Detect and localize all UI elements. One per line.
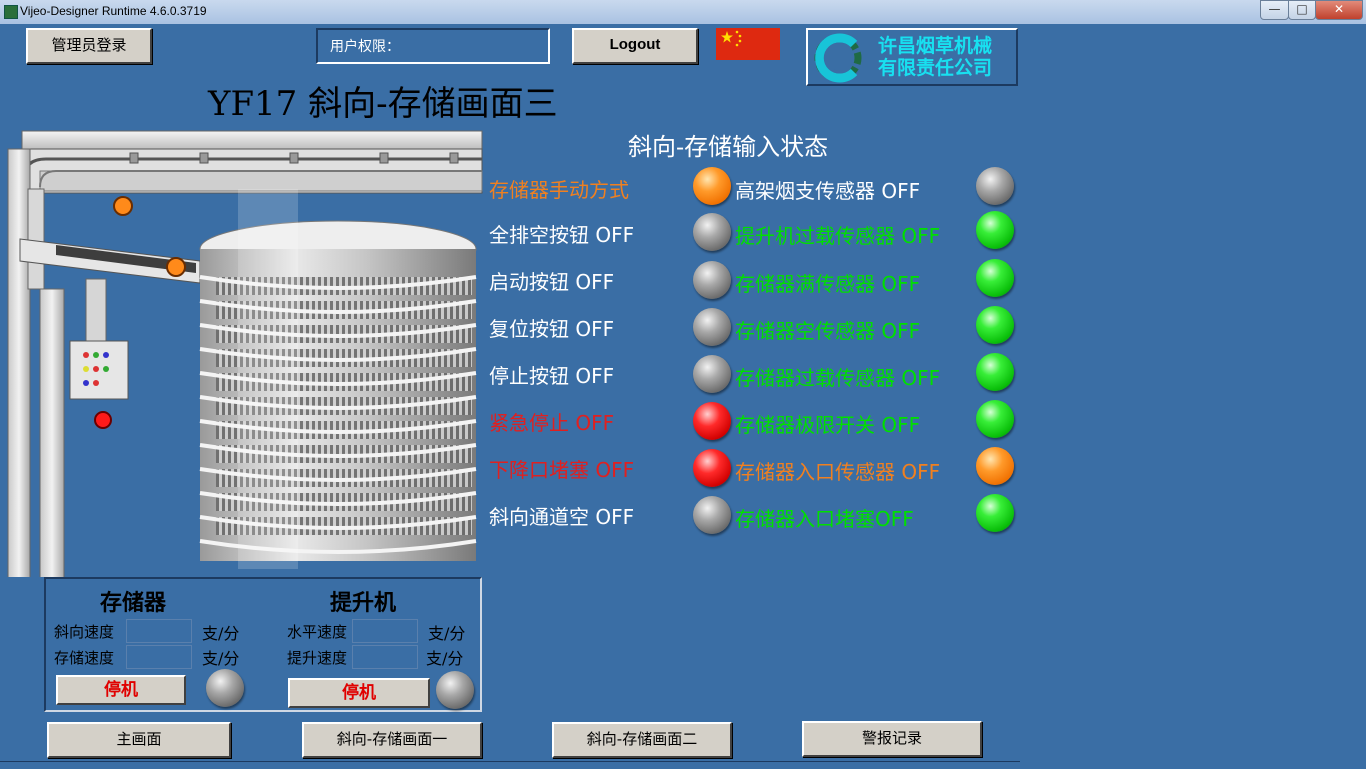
input-label-storage-overload: 存储器过载传感器 OFF — [735, 366, 941, 390]
maximize-button[interactable]: □ — [1288, 0, 1316, 20]
input-label-storage-empty: 存储器空传感器 OFF — [735, 319, 921, 343]
minimize-button[interactable]: — — [1260, 0, 1289, 20]
incline-speed-label: 斜向速度 — [54, 623, 115, 641]
window-title: Vijeo-Designer Runtime 4.6.0.3719 — [20, 4, 207, 18]
emergency-stop-indicator — [693, 402, 731, 440]
horizontal-speed-unit: 支/分 — [428, 624, 466, 643]
close-button[interactable]: ✕ — [1315, 0, 1363, 20]
input-label-start-button: 启动按钮 OFF — [489, 270, 615, 294]
incline-speed-unit: 支/分 — [202, 624, 240, 643]
admin-login-button[interactable]: 管理员登录 — [26, 28, 152, 64]
storage-run-indicator — [206, 669, 244, 707]
lift-speed-unit: 支/分 — [426, 649, 464, 668]
lift-speed-value — [352, 645, 418, 669]
storage-speed-value — [126, 645, 192, 669]
lift-run-indicator — [436, 671, 474, 709]
storage-speed-label: 存储速度 — [54, 649, 115, 667]
full-empty-button-indicator — [693, 213, 731, 251]
window-titlebar: Vijeo-Designer Runtime 4.6.0.3719 — □ ✕ — [0, 0, 1366, 24]
input-label-storage-entry-sensor: 存储器入口传感器 OFF — [735, 460, 941, 484]
nav-main-screen-button[interactable]: 主画面 — [47, 722, 231, 758]
stop-button-indicator — [693, 355, 731, 393]
speed-status-panel: 存储器 提升机 斜向速度 支/分 存储速度 支/分 水平速度 支/分 提升速度 … — [44, 577, 482, 712]
input-label-stop-button: 停止按钮 OFF — [489, 364, 615, 388]
drop-jam-indicator — [693, 449, 731, 487]
storage-overload-indicator — [976, 353, 1014, 391]
reset-button-indicator — [693, 308, 731, 346]
storage-entry-sensor-indicator — [976, 447, 1014, 485]
nav-screen-one-button[interactable]: 斜向-存储画面一 — [302, 722, 482, 758]
user-rights-label: 用户权限： — [330, 39, 400, 55]
company-name-line1: 许昌烟草机械 — [878, 35, 993, 57]
input-label-reset-button: 复位按钮 OFF — [489, 317, 615, 341]
page-title: YF17 斜向-存储画面三 — [208, 84, 558, 124]
input-label-full-empty-button: 全排空按钮 OFF — [489, 223, 635, 247]
storage-full-indicator — [976, 259, 1014, 297]
horizontal-speed-label: 水平速度 — [287, 623, 348, 641]
company-name-line2: 有限责任公司 — [878, 57, 993, 79]
input-label-incline-empty: 斜向通道空 OFF — [489, 505, 635, 529]
start-button-indicator — [693, 261, 731, 299]
manual-mode-indicator — [693, 167, 731, 205]
lift-section-title: 提升机 — [330, 590, 397, 616]
storage-limit-indicator — [976, 400, 1014, 438]
china-flag-icon — [716, 28, 780, 60]
storage-empty-indicator — [976, 306, 1014, 344]
input-label-elevated-sensor: 高架烟支传感器 OFF — [735, 179, 921, 203]
hmi-screen: 管理员登录 用户权限： Logout 许昌烟草机械 有限责任公司 YF17 斜向… — [0, 24, 1366, 768]
input-label-storage-limit: 存储器极限开关 OFF — [735, 413, 921, 437]
storage-machine-illustration — [7, 130, 483, 577]
lift-speed-label: 提升速度 — [287, 649, 348, 667]
input-label-manual-mode: 存储器手动方式 — [489, 178, 629, 202]
storage-section-title: 存储器 — [100, 590, 167, 616]
storage-entry-jam-indicator — [976, 494, 1014, 532]
storage-stop-button[interactable]: 停机 — [56, 675, 186, 705]
app-icon — [4, 5, 18, 19]
input-label-storage-entry-jam: 存储器入口堵塞OFF — [735, 507, 914, 531]
lift-stop-button[interactable]: 停机 — [288, 678, 430, 708]
input-label-storage-full: 存储器满传感器 OFF — [735, 272, 921, 296]
user-rights-field: 用户权限： — [316, 28, 550, 64]
logout-button[interactable]: Logout — [572, 28, 698, 64]
elevated-sensor-indicator — [976, 167, 1014, 205]
company-logo: 许昌烟草机械 有限责任公司 — [806, 28, 1018, 86]
nav-alarm-log-button[interactable]: 警报记录 — [802, 721, 982, 757]
gear-logo-icon — [814, 33, 862, 83]
nav-screen-two-button[interactable]: 斜向-存储画面二 — [552, 722, 732, 758]
input-label-lift-overload: 提升机过载传感器 OFF — [735, 224, 941, 248]
input-label-emergency-stop: 紧急停止 OFF — [489, 411, 615, 435]
storage-speed-unit: 支/分 — [202, 649, 240, 668]
input-label-drop-jam: 下降口堵塞 OFF — [489, 458, 635, 482]
section-title: 斜向-存储输入状态 — [628, 133, 829, 161]
lift-overload-indicator — [976, 211, 1014, 249]
horizontal-speed-value — [352, 619, 418, 643]
incline-speed-value — [126, 619, 192, 643]
incline-empty-indicator — [693, 496, 731, 534]
